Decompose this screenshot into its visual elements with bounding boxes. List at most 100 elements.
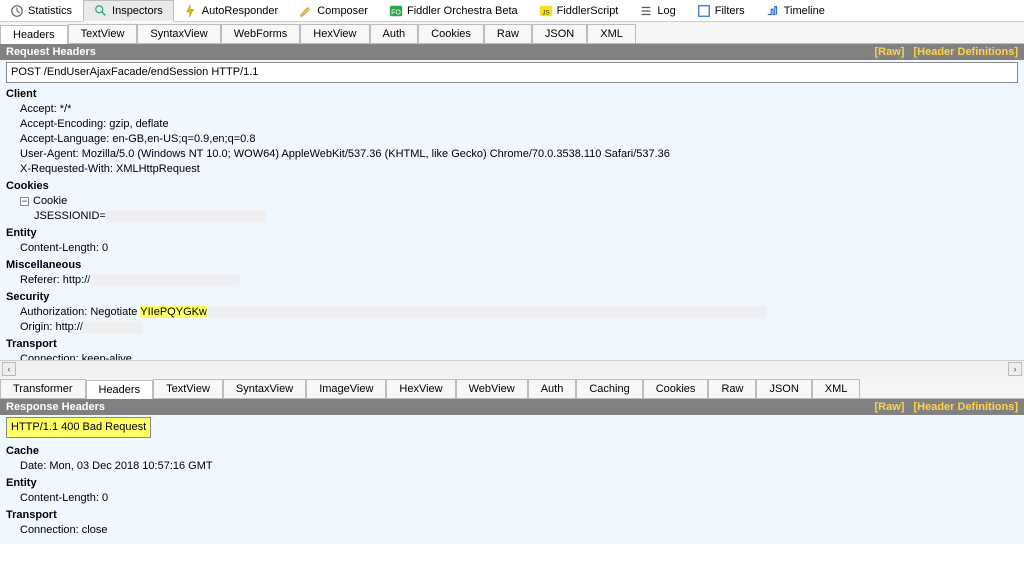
subtab-webforms[interactable]: WebForms	[221, 24, 301, 43]
group-transport: Transport	[6, 337, 1018, 352]
tab-label: AutoResponder	[202, 5, 278, 17]
tab-orchestra[interactable]: FO Fiddler Orchestra Beta	[379, 1, 529, 21]
hdr-accept-encoding[interactable]: Accept-Encoding: gzip, deflate	[6, 117, 1018, 132]
resp-subtab-caching[interactable]: Caching	[576, 379, 642, 398]
redacted-value	[106, 210, 266, 223]
resp-subtab-transformer[interactable]: Transformer	[0, 379, 86, 398]
resp-group-transport: Transport	[6, 508, 1018, 523]
request-headerdef-link[interactable]: [Header Definitions]	[913, 46, 1018, 58]
resp-subtab-imageview[interactable]: ImageView	[306, 379, 386, 398]
request-raw-link[interactable]: [Raw]	[874, 46, 904, 58]
resp-subtab-xml[interactable]: XML	[812, 379, 861, 398]
request-headers-title: Request Headers	[6, 46, 96, 58]
resp-hdr-connection[interactable]: Connection: close	[6, 523, 1018, 538]
subtab-textview[interactable]: TextView	[68, 24, 138, 43]
group-client: Client	[6, 87, 1018, 102]
tab-label: Statistics	[28, 5, 72, 17]
hdr-authorization[interactable]: Authorization: Negotiate YIIePQYGKw	[6, 305, 1018, 320]
magnifier-icon	[94, 4, 108, 18]
tab-inspectors[interactable]: Inspectors	[83, 0, 174, 22]
request-headers-bar: Request Headers [Raw] [Header Definition…	[0, 44, 1024, 60]
resp-subtab-headers[interactable]: Headers	[86, 380, 154, 399]
hdr-connection[interactable]: Connection: keep-alive	[6, 352, 1018, 360]
group-cookies: Cookies	[6, 179, 1018, 194]
subtab-hexview[interactable]: HexView	[300, 24, 369, 43]
resp-subtab-hexview[interactable]: HexView	[386, 379, 455, 398]
tab-label: Timeline	[784, 5, 825, 17]
resp-group-cache: Cache	[6, 444, 1018, 459]
svg-text:FO: FO	[391, 9, 401, 16]
resp-subtab-webview[interactable]: WebView	[456, 379, 528, 398]
redacted-value	[207, 306, 767, 319]
tab-timeline[interactable]: Timeline	[756, 1, 836, 21]
js-badge-icon: JS	[539, 4, 553, 18]
cookie-node[interactable]: −Cookie	[6, 194, 1018, 209]
resp-hdr-content-length[interactable]: Content-Length: 0	[6, 491, 1018, 506]
response-headers-bar: Response Headers [Raw] [Header Definitio…	[0, 399, 1024, 415]
list-icon	[639, 4, 653, 18]
tab-autoresponder[interactable]: AutoResponder	[174, 1, 289, 21]
resp-group-entity: Entity	[6, 476, 1018, 491]
resp-hdr-date[interactable]: Date: Mon, 03 Dec 2018 10:57:16 GMT	[6, 459, 1018, 474]
tab-statistics[interactable]: Statistics	[0, 1, 83, 21]
subtab-xml[interactable]: XML	[587, 24, 636, 43]
group-entity: Entity	[6, 226, 1018, 241]
hdr-origin[interactable]: Origin: http://	[6, 320, 1018, 335]
collapse-icon[interactable]: −	[20, 197, 29, 206]
checkbox-icon	[697, 4, 711, 18]
hdr-accept-language[interactable]: Accept-Language: en-GB,en-US;q=0.9,en;q=…	[6, 132, 1018, 147]
pencil-icon	[299, 4, 313, 18]
hdr-user-agent[interactable]: User-Agent: Mozilla/5.0 (Windows NT 10.0…	[6, 147, 1018, 162]
tab-label: Filters	[715, 5, 745, 17]
hdr-accept[interactable]: Accept: */*	[6, 102, 1018, 117]
hdr-content-length[interactable]: Content-Length: 0	[6, 241, 1018, 256]
subtab-json[interactable]: JSON	[532, 24, 587, 43]
timeline-icon	[766, 4, 780, 18]
scroll-left-icon[interactable]: ‹	[2, 362, 16, 376]
main-tabstrip: Statistics Inspectors AutoResponder Comp…	[0, 0, 1024, 22]
tab-filters[interactable]: Filters	[687, 1, 756, 21]
fo-badge-icon: FO	[389, 4, 403, 18]
request-line[interactable]: POST /EndUserAjaxFacade/endSession HTTP/…	[6, 62, 1018, 83]
subtab-syntaxview[interactable]: SyntaxView	[137, 24, 220, 43]
auth-token-highlight: YIIePQYGKw	[140, 306, 207, 318]
tab-label: Log	[657, 5, 675, 17]
tab-label: FiddlerScript	[557, 5, 619, 17]
request-panel: POST /EndUserAjaxFacade/endSession HTTP/…	[0, 60, 1024, 360]
resp-subtab-syntaxview[interactable]: SyntaxView	[223, 379, 306, 398]
subtab-raw[interactable]: Raw	[484, 24, 532, 43]
lightning-icon	[184, 4, 198, 18]
resp-subtab-json[interactable]: JSON	[756, 379, 811, 398]
subtab-cookies[interactable]: Cookies	[418, 24, 484, 43]
tab-log[interactable]: Log	[629, 1, 686, 21]
response-headerdef-link[interactable]: [Header Definitions]	[913, 401, 1018, 413]
clock-icon	[10, 4, 24, 18]
response-status-line[interactable]: HTTP/1.1 400 Bad Request	[6, 417, 151, 438]
response-panel: HTTP/1.1 400 Bad Request Cache Date: Mon…	[0, 415, 1024, 544]
redacted-value	[83, 321, 143, 334]
svg-text:JS: JS	[542, 9, 549, 16]
resp-subtab-raw[interactable]: Raw	[708, 379, 756, 398]
tab-composer[interactable]: Composer	[289, 1, 379, 21]
resp-subtab-cookies[interactable]: Cookies	[643, 379, 709, 398]
hdr-jsessionid[interactable]: JSESSIONID=	[6, 209, 1018, 224]
tab-label: Inspectors	[112, 5, 163, 17]
request-subtabs: Headers TextView SyntaxView WebForms Hex…	[0, 22, 1024, 44]
scroll-right-icon[interactable]: ›	[1008, 362, 1022, 376]
hdr-referer[interactable]: Referer: http://	[6, 273, 1018, 288]
tab-label: Fiddler Orchestra Beta	[407, 5, 518, 17]
response-raw-link[interactable]: [Raw]	[874, 401, 904, 413]
group-misc: Miscellaneous	[6, 258, 1018, 273]
hdr-x-requested-with[interactable]: X-Requested-With: XMLHttpRequest	[6, 162, 1018, 177]
subtab-auth[interactable]: Auth	[370, 24, 419, 43]
resp-subtab-textview[interactable]: TextView	[153, 379, 223, 398]
redacted-value	[90, 274, 240, 287]
subtab-headers[interactable]: Headers	[0, 25, 68, 44]
group-security: Security	[6, 290, 1018, 305]
tab-label: Composer	[317, 5, 368, 17]
tab-fiddlerscript[interactable]: JS FiddlerScript	[529, 1, 630, 21]
resp-subtab-auth[interactable]: Auth	[528, 379, 577, 398]
horizontal-scrollbar[interactable]: ‹ ›	[0, 360, 1024, 377]
response-headers-title: Response Headers	[6, 401, 105, 413]
response-subtabs: Transformer Headers TextView SyntaxView …	[0, 377, 1024, 399]
